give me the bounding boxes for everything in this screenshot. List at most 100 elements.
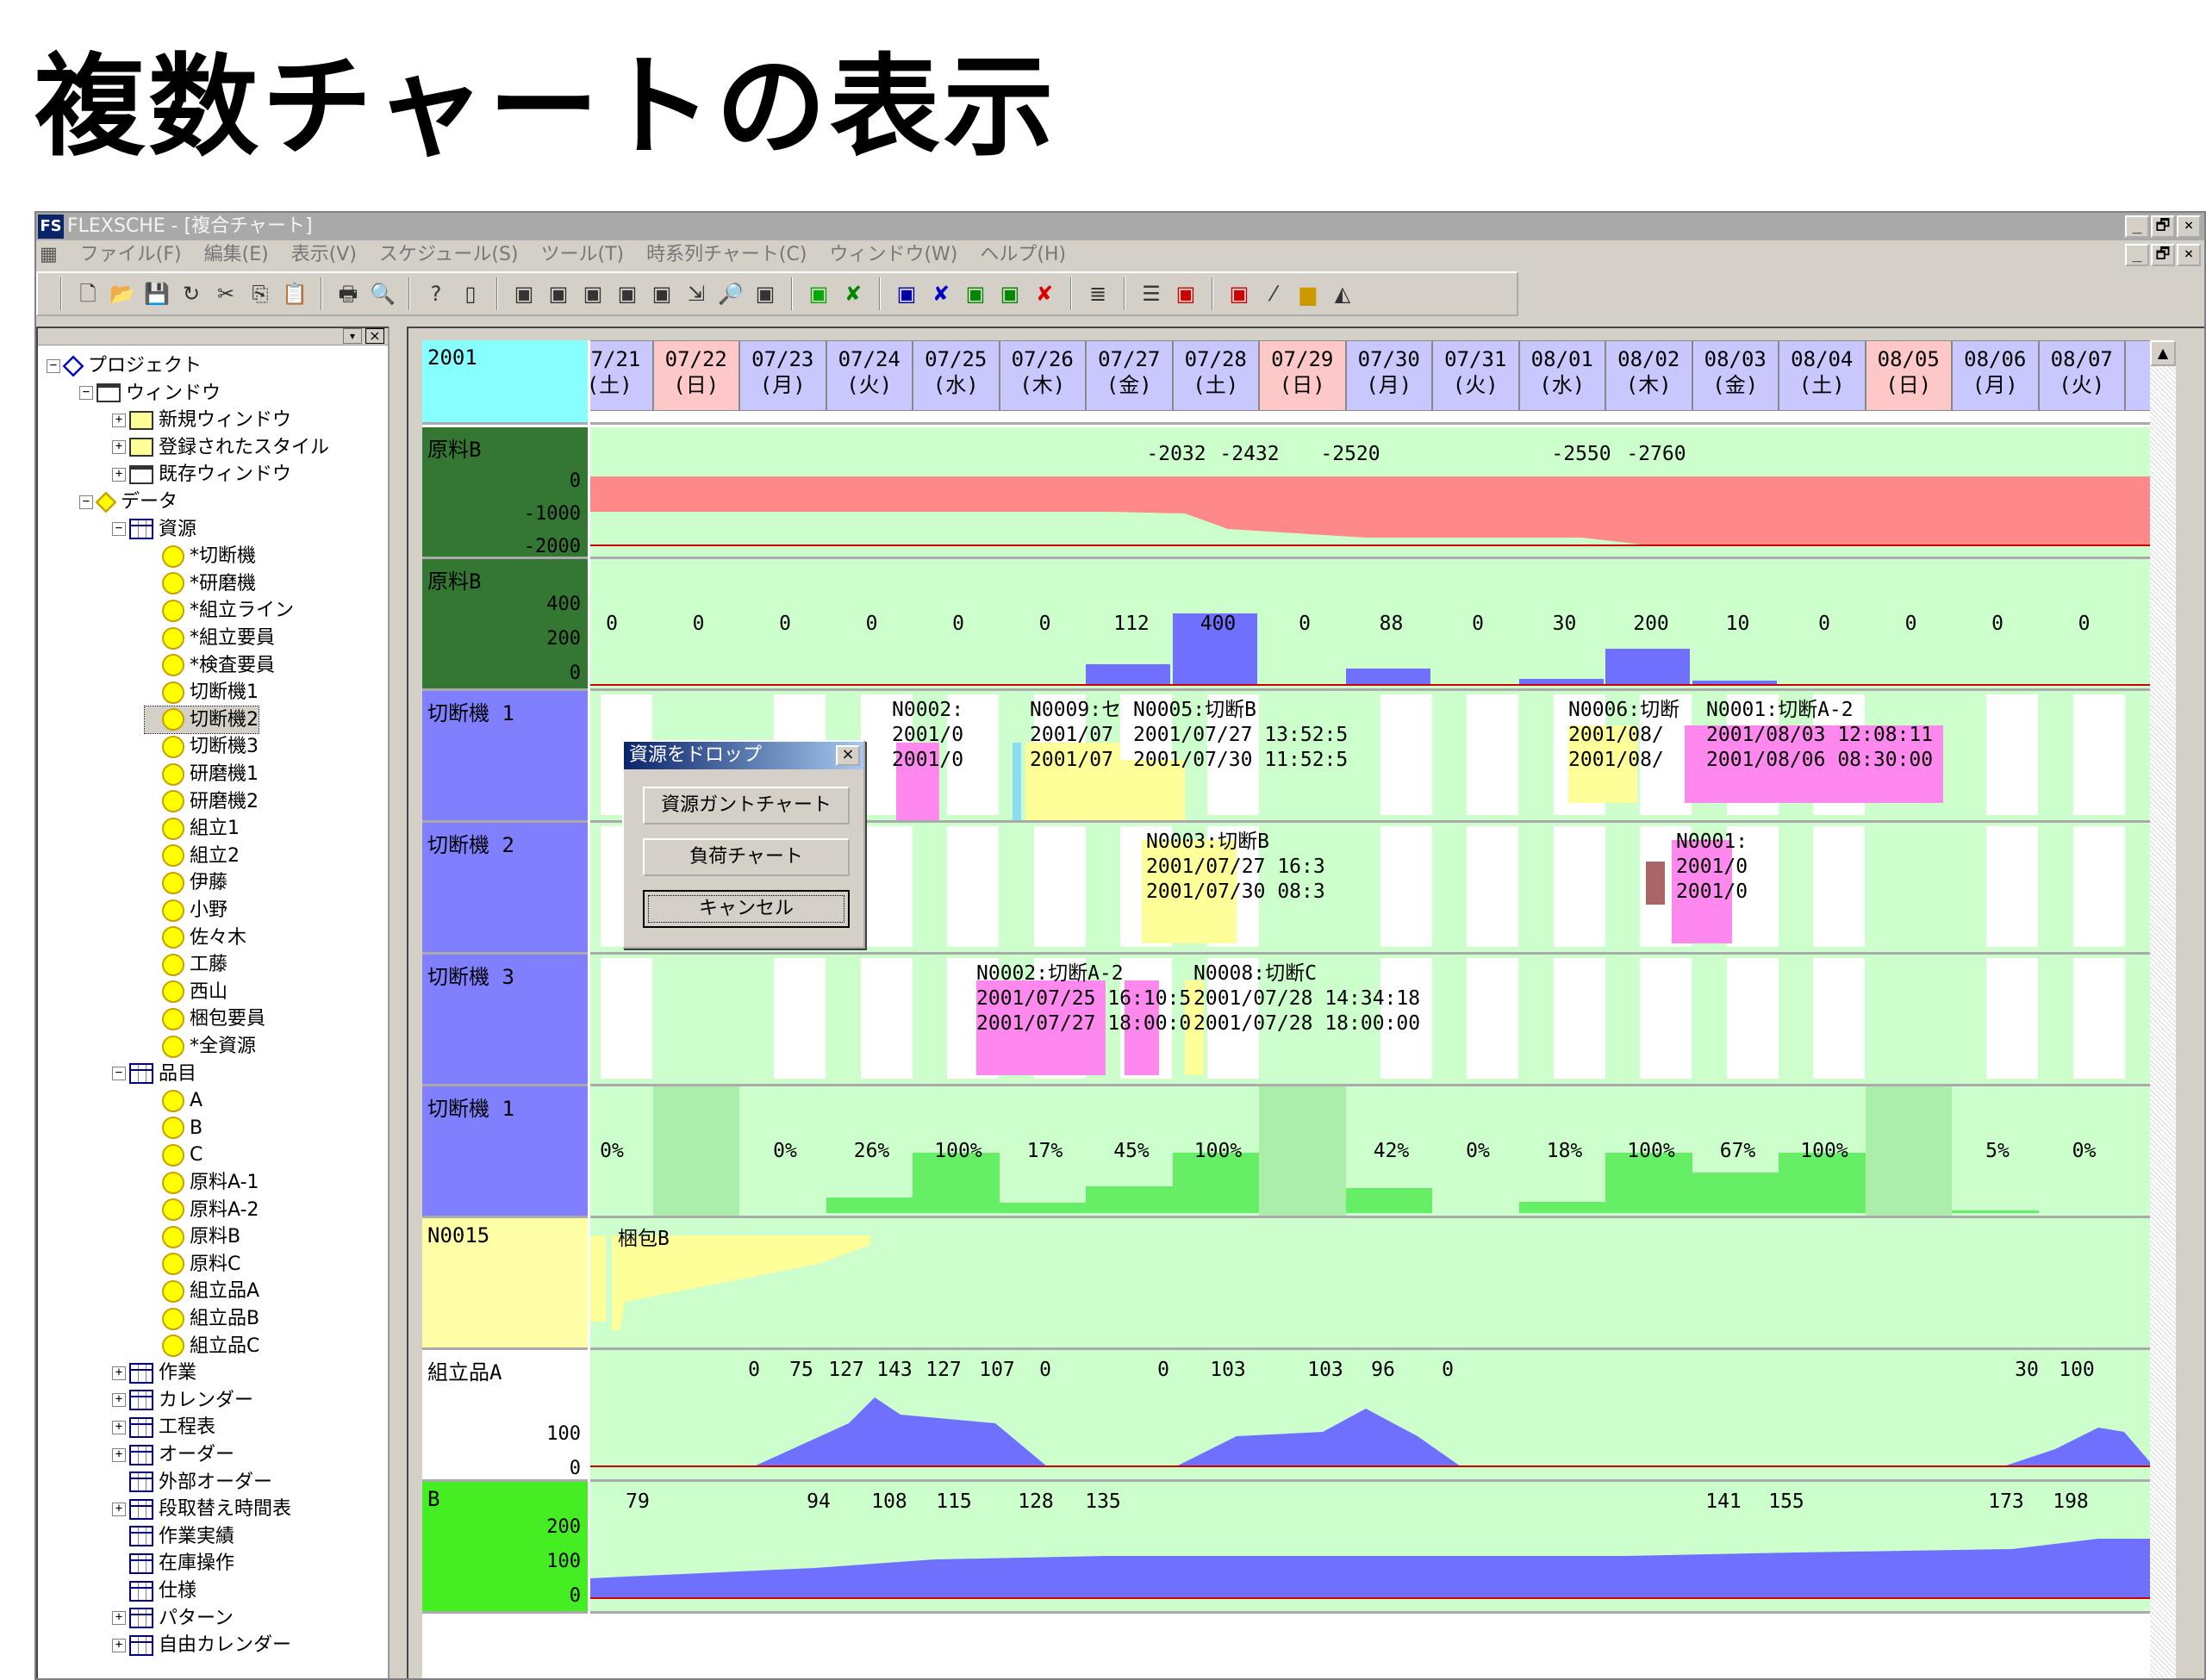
properties-icon[interactable]: ▣ — [508, 278, 539, 309]
list-icon[interactable]: ≣ — [1082, 278, 1113, 309]
menu-edit[interactable]: 編集(E) — [204, 240, 269, 270]
expand-icon[interactable]: + — [112, 413, 126, 427]
chart-icon[interactable]: ▣ — [612, 278, 643, 309]
gantt-bar[interactable] — [1013, 743, 1021, 820]
tree-node[interactable]: + 作業 — [112, 1360, 196, 1386]
tree-node[interactable]: 外部オーダー — [112, 1469, 272, 1496]
tree-node[interactable]: + 工程表 — [112, 1414, 215, 1440]
link-icon[interactable]: ⇲ — [681, 278, 712, 309]
tree-node[interactable]: 伊藤 — [145, 869, 227, 896]
tree-node[interactable]: 小野 — [145, 897, 227, 924]
chart-2-icon[interactable]: ▣ — [646, 278, 677, 309]
tree-node[interactable]: 切断機2 — [144, 705, 259, 734]
tree-node[interactable]: − データ — [79, 488, 178, 515]
tree-node[interactable]: 佐々木 — [145, 924, 246, 951]
tree-node[interactable]: 工藤 — [145, 951, 227, 978]
tree-node[interactable]: *切断機 — [145, 543, 256, 569]
dialog-close-button[interactable]: × — [836, 745, 860, 766]
tree-node[interactable]: 組立2 — [145, 843, 240, 869]
expand-icon[interactable]: + — [112, 1611, 126, 1626]
print-icon[interactable]: 🖶 — [333, 278, 364, 309]
menu-help[interactable]: ヘルプ(H) — [980, 240, 1066, 270]
new-file-icon[interactable]: 🗋 — [72, 278, 103, 309]
tree-node[interactable]: + 段取替え時間表 — [112, 1496, 291, 1522]
minimize-button[interactable]: _ — [2125, 215, 2149, 238]
collapse-icon[interactable]: − — [112, 1067, 126, 1081]
left-flag-icon[interactable]: ▣ — [891, 278, 922, 309]
print-preview-icon[interactable]: 🔍 — [367, 278, 398, 309]
tree-node[interactable]: + カレンダー — [112, 1387, 253, 1414]
tree-node[interactable]: 切断機1 — [145, 679, 259, 706]
expand-icon[interactable]: + — [112, 1502, 126, 1516]
expand-icon[interactable]: + — [112, 1393, 126, 1408]
tree-node[interactable]: + 新規ウィンドウ — [112, 407, 291, 433]
tree-node[interactable]: *検査要員 — [145, 652, 275, 679]
resource-gantt-button[interactable]: 資源ガントチャート — [643, 787, 850, 824]
bar-chart-icon[interactable]: ▆ — [1293, 278, 1324, 309]
menu-schedule[interactable]: スケジュール(S) — [379, 240, 519, 270]
save-icon[interactable]: 💾 — [141, 278, 172, 309]
tree-node[interactable]: 組立1 — [145, 815, 240, 842]
green-bar-icon[interactable]: ▣ — [803, 278, 834, 309]
menu-file[interactable]: ファイル(F) — [80, 240, 182, 270]
green-flag-2-icon[interactable]: ▣ — [994, 278, 1025, 309]
tree-node[interactable]: 研磨機2 — [145, 788, 259, 815]
open-folder-icon[interactable]: 📂 — [107, 278, 138, 309]
tree-node[interactable]: 原料B — [145, 1223, 240, 1250]
menu-window[interactable]: ウィンドウ(W) — [829, 240, 957, 270]
expand-icon[interactable]: + — [112, 440, 126, 455]
tree-node[interactable]: 研磨機1 — [145, 761, 259, 787]
tree-node[interactable]: 仕様 — [112, 1577, 196, 1604]
area-chart-icon[interactable]: ◭ — [1327, 278, 1358, 309]
collapse-icon[interactable]: − — [112, 522, 126, 537]
properties-2-icon[interactable]: ▣ — [543, 278, 574, 309]
expand-icon[interactable]: + — [112, 1638, 126, 1652]
close-button[interactable]: × — [2177, 215, 2201, 238]
copy-icon[interactable]: ⎘ — [245, 278, 276, 309]
doc-close-button[interactable]: × — [2177, 244, 2201, 266]
maximize-button[interactable]: 🗗 — [2151, 215, 2175, 238]
green-x-icon[interactable]: ✘ — [838, 278, 869, 309]
tree-node[interactable]: 切断機3 — [145, 733, 259, 760]
tree-node[interactable]: − 品目 — [112, 1061, 196, 1087]
tree-node[interactable]: + 自由カレンダー — [112, 1632, 291, 1658]
menu-timeseries-chart[interactable]: 時系列チャート(C) — [646, 240, 807, 270]
doc-maximize-button[interactable]: 🗗 — [2151, 244, 2175, 266]
tree-node[interactable]: *全資源 — [145, 1033, 256, 1060]
refresh-icon[interactable]: ↻ — [176, 278, 207, 309]
load-chart-button[interactable]: 負荷チャート — [643, 838, 850, 876]
collapse-icon[interactable]: − — [47, 358, 60, 373]
tree-node[interactable]: B — [145, 1115, 203, 1142]
gantt-bar[interactable] — [1646, 862, 1665, 905]
vertical-scrollbar[interactable]: ▲ — [2150, 340, 2176, 1678]
hierarchy-icon[interactable]: ☰ — [1136, 278, 1167, 309]
tree-pin-button[interactable]: ▾ — [343, 328, 362, 344]
tree-node[interactable]: *組立要員 — [145, 625, 275, 651]
tree-node[interactable]: 組立品A — [145, 1278, 259, 1304]
grid-color-icon[interactable]: ▣ — [1170, 278, 1201, 309]
doc-minimize-button[interactable]: _ — [2125, 244, 2149, 266]
expand-icon[interactable]: + — [112, 1366, 126, 1380]
tree-node[interactable]: 梱包要員 — [145, 1005, 265, 1032]
tree-node[interactable]: 組立品C — [145, 1333, 259, 1360]
collapse-icon[interactable]: − — [79, 495, 93, 509]
tree-node[interactable]: 作業実績 — [112, 1523, 234, 1550]
tree-node[interactable]: + 既存ウィンドウ — [112, 461, 291, 488]
tree-node[interactable]: + 登録されたスタイル — [112, 434, 329, 461]
green-flag-icon[interactable]: ▣ — [960, 278, 991, 309]
scroll-up-button[interactable]: ▲ — [2150, 340, 2176, 366]
grid-color-2-icon[interactable]: ▣ — [1224, 278, 1255, 309]
cancel-button[interactable]: キャンセル — [643, 890, 850, 928]
properties-3-icon[interactable]: ▣ — [577, 278, 608, 309]
tree-node[interactable]: − プロジェクト — [47, 352, 202, 379]
find-icon[interactable]: 🔎 — [715, 278, 746, 309]
tree-close-button[interactable]: × — [365, 328, 384, 344]
expand-icon[interactable]: + — [112, 1420, 126, 1434]
tree-node[interactable]: *研磨機 — [145, 570, 256, 597]
tree-node[interactable]: 原料A-2 — [145, 1197, 259, 1223]
gantt-bar[interactable] — [590, 1235, 606, 1322]
tree-node[interactable]: − ウィンドウ — [79, 380, 221, 407]
tree-node[interactable]: + オーダー — [112, 1441, 234, 1468]
line-chart-icon[interactable]: ⁄ — [1258, 278, 1289, 309]
tree-node[interactable]: A — [145, 1087, 203, 1114]
